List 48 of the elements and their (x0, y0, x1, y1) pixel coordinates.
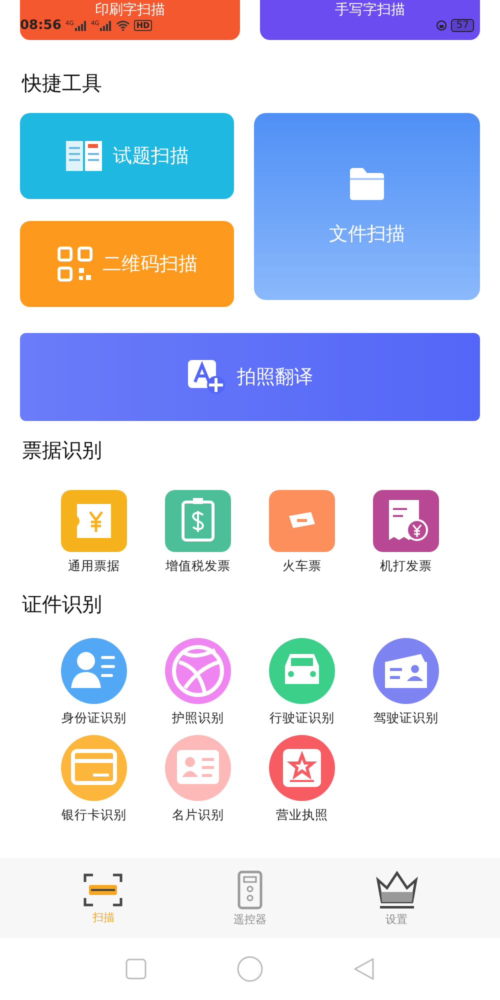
certificate-label: 营业执照 (276, 807, 328, 824)
qr-code-icon (56, 246, 92, 282)
receipt-label: 通用票据 (68, 558, 120, 575)
nav-tab[interactable]: 扫描 (58, 870, 148, 926)
remote-control-icon (236, 870, 263, 910)
signal-icon (74, 20, 87, 30)
receipt-label: 增值税发票 (166, 558, 230, 575)
certificate-icon[interactable] (165, 735, 231, 801)
certificate-icon[interactable] (269, 638, 335, 704)
receipt-icon[interactable] (373, 490, 439, 552)
certificate-label: 行驶证识别 (270, 710, 334, 727)
certificate-label: 护照识别 (172, 710, 224, 727)
book-icon (65, 139, 103, 173)
certificate-label: 驾驶证识别 (374, 710, 438, 727)
section-title: 票据识别 (21, 437, 103, 464)
certificate-label: 身份证识别 (62, 710, 126, 727)
receipt-label: 机打发票 (380, 558, 432, 575)
tool-button[interactable]: 二维码扫描 (20, 221, 234, 307)
wifi-icon (116, 20, 130, 31)
receipt-icon[interactable] (269, 490, 335, 552)
home-icon[interactable] (237, 956, 263, 982)
tool-button[interactable]: 拍照翻译 (20, 333, 480, 421)
certificate-label: 名片识别 (172, 807, 224, 824)
recent-apps-icon[interactable] (125, 958, 147, 980)
battery-level: 57 (451, 19, 474, 32)
section-title: 快捷工具 (20, 70, 103, 97)
certificate-icon[interactable] (165, 638, 231, 704)
nav-tab[interactable]: 设置 (352, 868, 442, 928)
translate-icon (187, 359, 227, 395)
lock-rotation-icon (436, 20, 448, 31)
folder-icon (348, 166, 386, 200)
receipt-icon[interactable] (165, 490, 231, 552)
certificate-icon[interactable] (373, 638, 439, 704)
crown-icon (374, 870, 419, 910)
certificate-icon[interactable] (269, 735, 335, 801)
tool-button[interactable]: 试题扫描 (20, 113, 234, 199)
hd-label: HD (134, 20, 152, 31)
certificate-label: 银行卡识别 (62, 807, 126, 824)
signal-icon (100, 20, 112, 30)
certificate-icon[interactable] (61, 638, 127, 704)
nav-tab[interactable]: 遥控器 (204, 868, 295, 928)
section-title: 证件识别 (21, 591, 103, 618)
receipt-label: 火车票 (282, 558, 322, 575)
scan-icon (83, 872, 124, 908)
back-icon[interactable] (353, 957, 375, 981)
status-time: 08:56 (20, 18, 62, 33)
tool-button[interactable]: 文件扫描 (254, 113, 480, 300)
certificate-icon[interactable] (61, 735, 127, 801)
